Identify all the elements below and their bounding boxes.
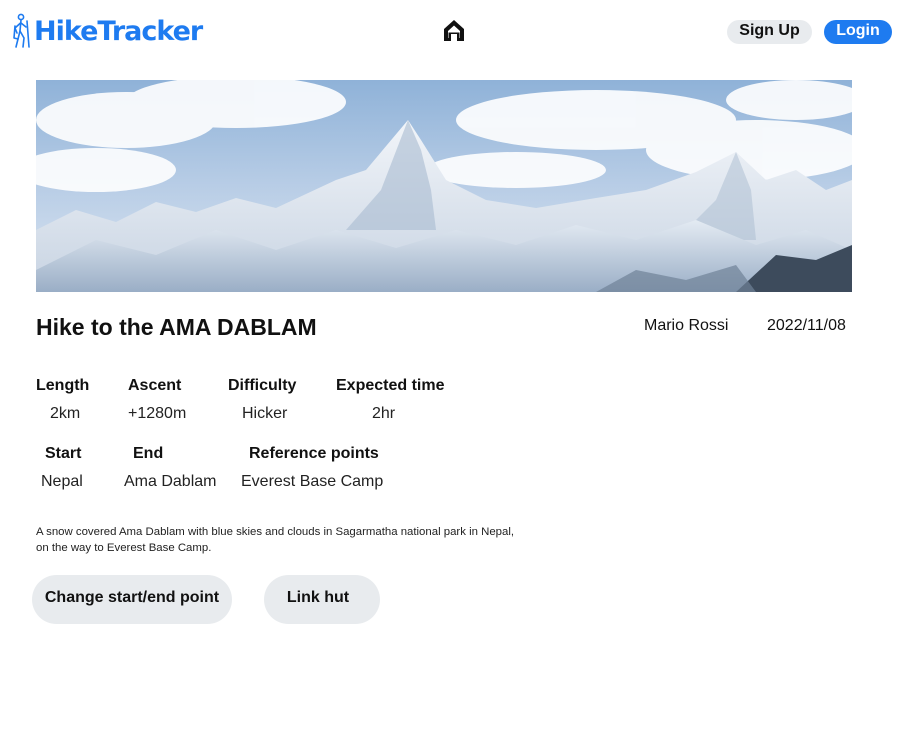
hike-title: Hike to the AMA DABLAM — [36, 314, 317, 340]
end-value: Ama Dablam — [124, 473, 217, 490]
hiker-icon — [13, 13, 30, 48]
difficulty-label: Difficulty — [228, 377, 297, 394]
ascent-value: +1280m — [128, 405, 187, 422]
hike-date: 2022/11/08 — [767, 317, 846, 334]
change-start-end-point-button[interactable]: Change start/end point — [32, 575, 232, 624]
hike-hero-image — [36, 80, 852, 292]
expected-time-value: 2hr — [372, 405, 396, 422]
reference-points-label: Reference points — [249, 445, 379, 462]
link-hut-button[interactable]: Link hut — [264, 575, 380, 624]
ascent-label: Ascent — [128, 377, 182, 394]
home-icon[interactable] — [441, 17, 467, 43]
expected-time-label: Expected time — [336, 377, 445, 394]
mountain-photo — [36, 80, 852, 292]
start-label: Start — [45, 445, 82, 462]
difficulty-value: Hicker — [242, 405, 288, 422]
reference-points-value: Everest Base Camp — [241, 473, 384, 490]
length-value: 2km — [50, 405, 81, 422]
hike-author: Mario Rossi — [644, 317, 729, 334]
login-button[interactable]: Login — [824, 20, 892, 44]
brand-logo[interactable]: HikeTracker — [11, 12, 203, 50]
end-label: End — [133, 445, 164, 462]
start-value: Nepal — [41, 473, 83, 490]
hike-description: A snow covered Ama Dablam with blue skie… — [36, 526, 515, 554]
brand-name: HikeTracker — [34, 15, 203, 47]
length-label: Length — [36, 377, 90, 394]
signup-button[interactable]: Sign Up — [727, 20, 812, 44]
